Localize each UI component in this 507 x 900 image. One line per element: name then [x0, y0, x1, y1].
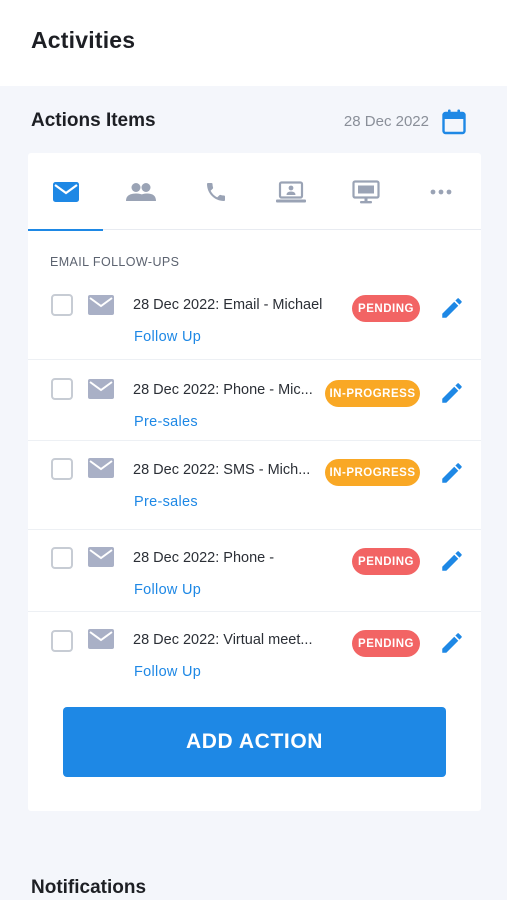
tab-meetings[interactable] — [103, 153, 178, 230]
actions-header: Actions Items 28 Dec 2022 — [31, 108, 471, 136]
status-badge: PENDING — [352, 548, 420, 575]
page-title: Activities — [31, 27, 136, 53]
tab-calls[interactable] — [178, 153, 253, 230]
more-icon — [430, 189, 451, 194]
item-title: 28 Dec 2022: SMS - Mich... — [133, 462, 311, 478]
mail-icon — [52, 181, 79, 202]
mail-icon — [88, 629, 114, 649]
mail-icon — [88, 547, 114, 567]
laptop-icon — [275, 180, 306, 202]
edit-icon[interactable] — [439, 295, 465, 321]
tab-more[interactable] — [403, 153, 478, 230]
monitor-icon — [351, 179, 380, 203]
app-header: Activities — [0, 0, 507, 86]
item-category[interactable]: Pre-sales — [134, 414, 198, 430]
item-checkbox[interactable] — [51, 547, 73, 569]
item-category[interactable]: Follow Up — [134, 664, 201, 680]
section-title: Actions Items — [31, 110, 156, 131]
phone-icon — [206, 182, 225, 201]
add-action-button[interactable]: ADD ACTION — [63, 707, 446, 777]
edit-icon[interactable] — [439, 460, 465, 486]
mail-icon — [88, 379, 114, 399]
status-badge: IN-PROGRESS — [325, 459, 420, 486]
item-category[interactable]: Follow Up — [134, 582, 201, 598]
item-checkbox[interactable] — [51, 294, 73, 316]
edit-icon[interactable] — [439, 630, 465, 656]
people-icon — [125, 182, 156, 201]
item-category[interactable]: Pre-sales — [134, 494, 198, 510]
list-item: 28 Dec 2022: Phone - Follow Up PENDING — [28, 530, 481, 612]
group-label: EMAIL FOLLOW-UPS — [50, 255, 180, 269]
list-item: 28 Dec 2022: Virtual meet... Follow Up P… — [28, 612, 481, 692]
status-badge: PENDING — [352, 630, 420, 657]
tab-virtual[interactable] — [253, 153, 328, 230]
status-badge: PENDING — [352, 295, 420, 322]
edit-icon[interactable] — [439, 548, 465, 574]
mail-icon — [88, 458, 114, 478]
item-checkbox[interactable] — [51, 630, 73, 652]
item-title: 28 Dec 2022: Phone - Mic... — [133, 382, 313, 398]
item-checkbox[interactable] — [51, 378, 73, 400]
status-badge: IN-PROGRESS — [325, 380, 420, 407]
selected-date: 28 Dec 2022 — [343, 113, 429, 130]
item-category[interactable]: Follow Up — [134, 329, 201, 345]
edit-icon[interactable] — [439, 380, 465, 406]
tab-email[interactable] — [28, 153, 103, 231]
item-title: 28 Dec 2022: Virtual meet... — [133, 632, 313, 648]
notifications-title: Notifications — [31, 877, 147, 898]
item-title: 28 Dec 2022: Phone - — [133, 550, 275, 566]
actions-card: EMAIL FOLLOW-UPS 28 Dec 2022: Email - Mi… — [28, 153, 481, 811]
item-checkbox[interactable] — [51, 458, 73, 480]
mail-icon — [88, 295, 114, 315]
calendar-icon[interactable] — [441, 108, 467, 136]
list-item: 28 Dec 2022: SMS - Mich... Pre-sales IN-… — [28, 441, 481, 530]
list-item: 28 Dec 2022: Phone - Mic... Pre-sales IN… — [28, 360, 481, 441]
activity-tabs — [28, 153, 481, 231]
item-title: 28 Dec 2022: Email - Michael — [133, 297, 323, 313]
list-item: 28 Dec 2022: Email - Michael Follow Up P… — [28, 280, 481, 360]
tab-demo[interactable] — [328, 153, 403, 230]
